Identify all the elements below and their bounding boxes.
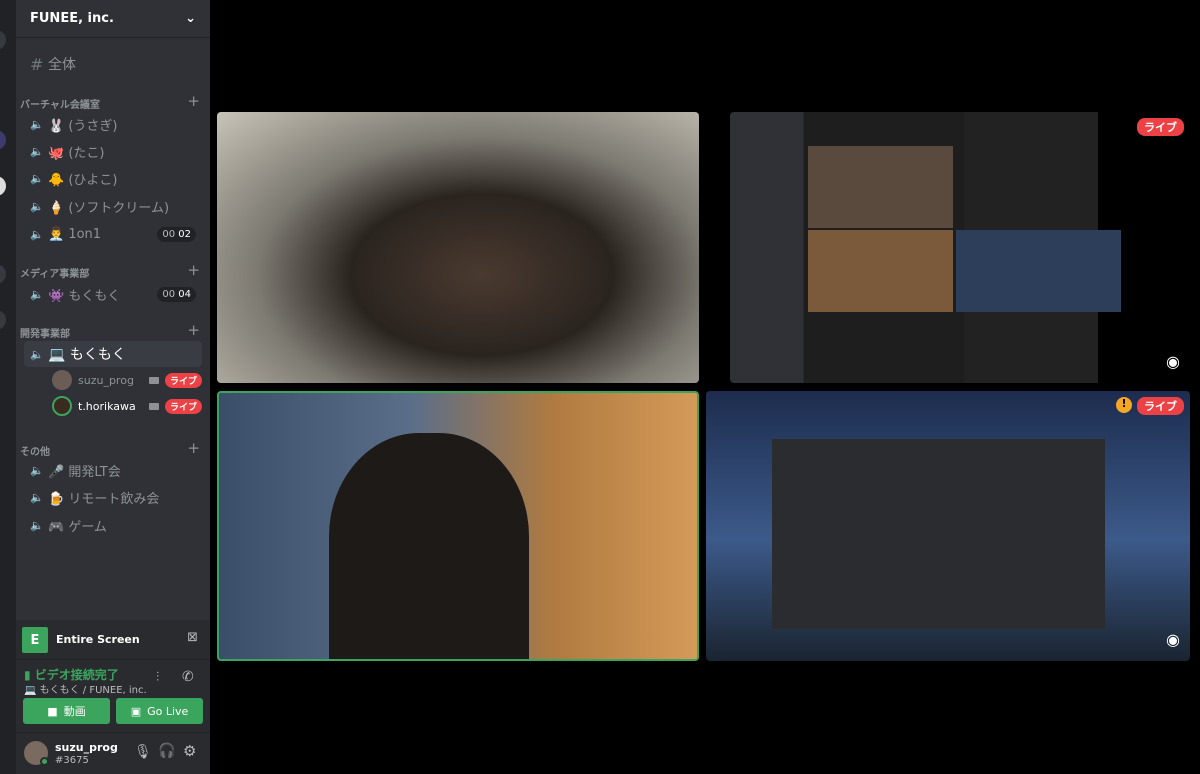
camera-icon: ■ <box>47 704 58 718</box>
server-icon[interactable] <box>0 130 6 150</box>
video-tile-speaking[interactable] <box>217 391 699 661</box>
channel-label: 🐥 (ひよこ) <box>48 172 118 188</box>
user-name: suzu_prog <box>55 741 118 754</box>
speaker-icon: 🔈 <box>30 347 44 361</box>
category[interactable]: メディア事業部 + <box>20 263 200 281</box>
account-panel: suzu_prog #3675 🎙 🎧 ⚙ <box>16 732 210 774</box>
disconnect-icon[interactable]: ✆ <box>182 669 194 685</box>
server-icon[interactable] <box>0 176 6 196</box>
voice-channel[interactable]: 🔈 🍺 リモート飲み会 <box>24 484 202 510</box>
category-name: メディア事業部 <box>20 269 90 280</box>
microphone-icon[interactable]: 🎙 <box>134 744 152 760</box>
speaker-icon: 🔈 <box>30 518 44 532</box>
speaker-icon: 🔈 <box>30 171 44 185</box>
speaker-icon: 🔈 <box>30 287 44 301</box>
voice-channel[interactable]: 🔈 🍦 (ソフトクリーム) <box>24 193 202 219</box>
speaker-icon: 🔈 <box>30 490 44 504</box>
avatar <box>52 396 72 416</box>
video-tile[interactable] <box>217 112 699 383</box>
voice-user[interactable]: t.horikawa ライブ <box>52 395 202 417</box>
category[interactable]: バーチャル会議室 + <box>20 94 200 112</box>
server-icon[interactable] <box>0 30 6 50</box>
text-channel[interactable]: # 全体 <box>24 51 202 77</box>
live-badge: ライブ <box>164 398 202 414</box>
server-header[interactable]: FUNEE, inc. ⌄ <box>16 0 210 38</box>
channel-label: 💻 もくもく <box>48 347 126 363</box>
stream-tile[interactable]: ライブ ! ◉ <box>706 391 1190 661</box>
channel-label: 🐙 (たこ) <box>48 145 105 161</box>
hash-icon: # <box>30 54 44 74</box>
screen-share-label: Entire Screen <box>56 633 140 646</box>
channel-label: 🎤 開発LT会 <box>48 464 121 480</box>
camera-icon <box>148 376 159 384</box>
eye-icon[interactable]: ◉ <box>1166 630 1180 649</box>
user-name: suzu_prog <box>78 373 134 387</box>
screen-icon: ▣ <box>130 704 142 718</box>
live-badge: ライブ <box>164 372 202 388</box>
server-rail <box>0 0 16 774</box>
voice-location[interactable]: 💻 もくもく / FUNEE, inc. <box>24 681 147 696</box>
speaker-icon: 🔈 <box>30 144 44 158</box>
stop-share-icon[interactable]: ⊠ <box>187 630 198 645</box>
channel-label: 🐰 (うさぎ) <box>48 118 118 134</box>
voice-channel[interactable]: 🔈 👨‍💼 1on1 00 02 <box>24 221 202 247</box>
user-tag: #3675 <box>55 755 89 766</box>
nested-video <box>956 230 1121 312</box>
channel-label: 🍦 (ソフトクリーム) <box>48 200 170 216</box>
channel-label: 👨‍💼 1on1 <box>48 226 102 242</box>
channel-label: 🎮 ゲーム <box>48 519 107 535</box>
voice-channel[interactable]: 🔈 🐙 (たこ) <box>24 138 202 164</box>
plus-icon[interactable]: + <box>187 263 200 280</box>
category-name: バーチャル会議室 <box>20 100 100 111</box>
speaker-icon: 🔈 <box>30 117 44 131</box>
voice-channel[interactable]: 🔈 🎮 ゲーム <box>24 512 202 538</box>
go-live-button[interactable]: ▣ Go Live <box>116 698 203 724</box>
user-count: 00 04 <box>157 286 196 302</box>
voice-channel[interactable]: 🔈 🐰 (うさぎ) <box>24 111 202 137</box>
screen-icon: E <box>22 627 48 653</box>
stream-tile[interactable]: ライブ ◉ <box>730 112 1190 383</box>
plus-icon[interactable]: + <box>187 323 200 340</box>
channel-label: 👾 もくもく <box>48 288 121 304</box>
channel-label: 全体 <box>48 57 76 73</box>
voice-channel[interactable]: 🔈 👾 もくもく 00 04 <box>24 281 202 307</box>
user-name: t.horikawa <box>78 399 136 413</box>
server-icon[interactable] <box>0 264 6 284</box>
plus-icon[interactable]: + <box>187 441 200 458</box>
online-status-icon <box>40 757 49 766</box>
nested-video <box>808 146 953 228</box>
voice-user[interactable]: suzu_prog ライブ <box>52 369 202 391</box>
nested-window <box>772 439 1105 629</box>
video-button[interactable]: ■ 動画 <box>23 698 110 724</box>
camera-icon <box>148 402 159 410</box>
noise-icon[interactable]: ⫶ <box>156 670 159 685</box>
person <box>329 433 529 659</box>
voice-channel[interactable]: 🔈 🎤 開発LT会 <box>24 457 202 483</box>
category[interactable]: 開発事業部 + <box>20 323 200 341</box>
server-name: FUNEE, inc. <box>30 11 114 26</box>
server-icon[interactable] <box>0 310 6 330</box>
plus-icon[interactable]: + <box>187 94 200 111</box>
voice-channel-active[interactable]: 🔈 💻 もくもく <box>24 341 202 367</box>
channel-label: 🍺 リモート飲み会 <box>48 491 160 507</box>
gear-icon[interactable]: ⚙ <box>183 742 196 760</box>
eye-icon[interactable]: ◉ <box>1166 352 1180 371</box>
speaker-icon: 🔈 <box>30 199 44 213</box>
live-badge: ライブ <box>1137 118 1184 136</box>
nested-video <box>808 230 953 312</box>
category[interactable]: その他 + <box>20 441 200 459</box>
speaker-icon: 🔈 <box>30 463 44 477</box>
headphones-icon[interactable]: 🎧 <box>158 743 175 759</box>
speaker-icon: 🔈 <box>30 227 44 241</box>
voice-channel[interactable]: 🔈 🐥 (ひよこ) <box>24 165 202 191</box>
avatar <box>52 370 72 390</box>
category-name: 開発事業部 <box>20 329 70 340</box>
category-name: その他 <box>20 447 50 458</box>
warning-icon: ! <box>1116 397 1132 413</box>
user-count: 00 02 <box>157 226 196 242</box>
live-badge: ライブ <box>1137 397 1184 415</box>
screen-share-panel: E Entire Screen ⊠ <box>16 620 210 660</box>
chevron-down-icon: ⌄ <box>185 11 196 26</box>
